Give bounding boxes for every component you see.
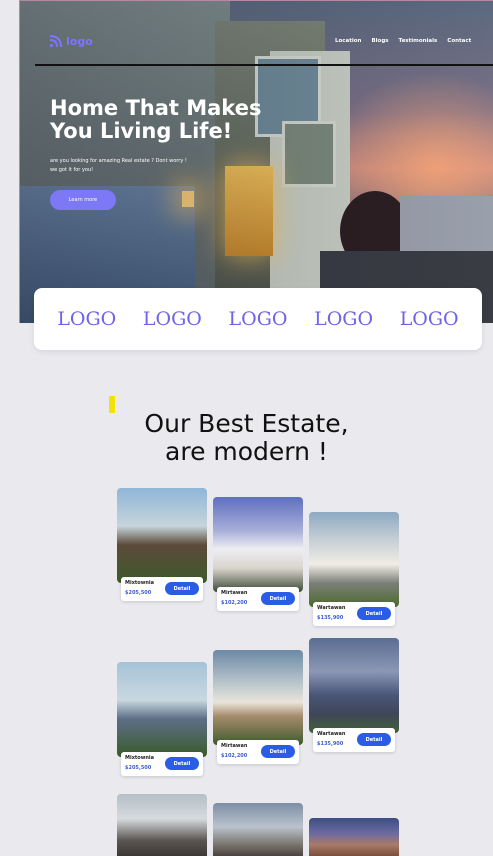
listing-name: Mirtawan — [221, 590, 248, 596]
listing-card[interactable] — [309, 818, 399, 856]
learn-more-button[interactable]: Learn more — [50, 190, 116, 210]
nav-divider — [35, 64, 493, 66]
listing-card[interactable] — [309, 638, 399, 733]
listing-price: $135,900 — [317, 741, 344, 747]
detail-button[interactable]: Detail — [357, 733, 391, 746]
hero-subtitle: are you looking for amazing Real estate … — [50, 158, 187, 173]
section-title-line: Our Best Estate, — [144, 409, 349, 438]
listing-photo — [309, 512, 399, 607]
listing-price: $205,500 — [125, 765, 152, 771]
listing-card[interactable] — [309, 512, 399, 607]
listing-photo — [117, 488, 207, 583]
listing-price: $205,500 — [125, 590, 152, 596]
hero-headline: Home That Makes You Living Life! — [50, 97, 261, 143]
listing-photo — [117, 794, 207, 856]
nav-link-blogs[interactable]: Blogs — [371, 38, 388, 44]
detail-button[interactable]: Detail — [261, 745, 295, 758]
listing-name: Mirtawan — [221, 743, 248, 749]
partner-logo: LOGO — [57, 308, 117, 330]
listing-photo — [309, 638, 399, 733]
detail-button[interactable]: Detail — [165, 582, 199, 595]
listing-info-box: Mirtawan $102,200 Detail — [217, 740, 299, 764]
listing-name: Mixtownia — [125, 755, 155, 761]
section-title-line: are modern ! — [165, 437, 328, 466]
listing-photo — [213, 650, 303, 745]
hero-banner: logo Location Blogs Testimonials Contact… — [19, 0, 493, 323]
listing-price: $102,200 — [221, 600, 248, 606]
rss-logo-icon — [49, 35, 62, 48]
headline-line: Home That Makes — [50, 96, 262, 120]
listing-name: Mixtownia — [125, 580, 155, 586]
listing-card[interactable] — [213, 650, 303, 745]
listing-photo — [117, 662, 207, 757]
listing-info: Mirtawan $102,200 Detail — [217, 740, 299, 764]
section-title: Our Best Estate, are modern ! — [0, 410, 493, 466]
logo-text: logo — [66, 34, 93, 48]
listing-card[interactable] — [117, 794, 207, 856]
partner-logo: LOGO — [228, 308, 288, 330]
listing-info-box: Mirtawan $102,200 Detail — [217, 587, 299, 611]
nav-link-testimonials[interactable]: Testimonials — [399, 38, 438, 44]
listing-name: Wartawan — [317, 731, 346, 737]
listing-info: Mirtawan $102,200 Detail — [217, 587, 299, 611]
listing-price: $135,900 — [317, 615, 344, 621]
nav-link-location[interactable]: Location — [335, 38, 361, 44]
partner-logo: LOGO — [314, 308, 374, 330]
listing-photo — [213, 497, 303, 592]
listing-name: Wartawan — [317, 605, 346, 611]
site-logo[interactable]: logo — [49, 34, 93, 48]
nav-links: Location Blogs Testimonials Contact — [335, 38, 471, 44]
listing-card[interactable] — [117, 488, 207, 583]
listing-photo — [309, 818, 399, 856]
listing-card[interactable] — [213, 497, 303, 592]
listing-price: $102,200 — [221, 753, 248, 759]
listing-card[interactable] — [213, 803, 303, 856]
partner-logo: LOGO — [399, 308, 459, 330]
listing-info: Wartawan $135,900 Detail — [313, 602, 395, 626]
detail-button[interactable]: Detail — [357, 607, 391, 620]
detail-button[interactable]: Detail — [165, 757, 199, 770]
listing-card[interactable] — [117, 662, 207, 757]
listing-info: Mixtownia $205,500 Detail — [121, 752, 203, 776]
partner-logo: LOGO — [142, 308, 202, 330]
listing-info-box: Wartawan $135,900 Detail — [313, 602, 395, 626]
listing-photo — [213, 803, 303, 856]
listing-info: Wartawan $135,900 Detail — [313, 728, 395, 752]
listing-info-box: Mixtownia $205,500 Detail — [121, 752, 203, 776]
nav-link-contact[interactable]: Contact — [447, 38, 471, 44]
detail-button[interactable]: Detail — [261, 592, 295, 605]
listing-info: Mixtownia $205,500 Detail — [121, 577, 203, 601]
listing-info-box: Mixtownia $205,500 Detail — [121, 577, 203, 601]
headline-line: You Living Life! — [50, 119, 233, 143]
listing-info-box: Wartawan $135,900 Detail — [313, 728, 395, 752]
partner-logo-bar: LOGO LOGO LOGO LOGO LOGO — [34, 288, 482, 350]
